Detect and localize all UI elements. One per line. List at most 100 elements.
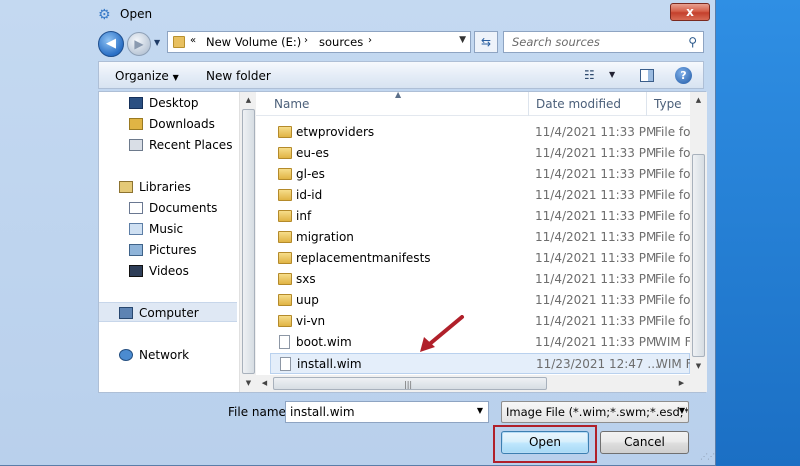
file-type: File fol bbox=[655, 272, 690, 286]
file-list-scrollbar[interactable]: ▲ ▼ bbox=[690, 92, 707, 375]
nav-item-pictures[interactable]: Pictures bbox=[99, 240, 237, 260]
window-title: Open bbox=[120, 7, 153, 21]
list-item[interactable]: inf 11/4/2021 11:33 PM File fol bbox=[270, 206, 690, 227]
column-date-modified[interactable]: Date modified bbox=[536, 97, 621, 111]
breadcrumb-drive[interactable]: New Volume (E:) bbox=[206, 35, 301, 49]
column-divider[interactable] bbox=[528, 92, 529, 116]
list-item[interactable]: vi-vn 11/4/2021 11:33 PM File fol bbox=[270, 311, 690, 332]
list-item[interactable]: migration 11/4/2021 11:33 PM File fol bbox=[270, 227, 690, 248]
file-date: 11/4/2021 11:33 PM bbox=[535, 188, 657, 202]
file-type: WIM F bbox=[655, 335, 690, 349]
videos-icon bbox=[129, 265, 143, 277]
nav-item-desktop[interactable]: Desktop bbox=[99, 93, 237, 113]
scroll-left-icon[interactable]: ◀ bbox=[256, 375, 273, 392]
breadcrumb-sources[interactable]: sources bbox=[319, 35, 363, 49]
folder-icon bbox=[278, 273, 292, 285]
file-date: 11/4/2021 11:33 PM bbox=[535, 125, 657, 139]
file-type-select[interactable]: Image File (*.wim;*.swm;*.esd;* ▼ bbox=[501, 401, 689, 423]
command-bar: Organize ▼ New folder ☷ ▼ ? bbox=[98, 61, 704, 89]
music-icon bbox=[129, 223, 143, 235]
resize-grip-icon[interactable]: ⋰⋰ bbox=[700, 452, 715, 461]
list-item[interactable]: boot.wim 11/4/2021 11:33 PM WIM F bbox=[270, 332, 690, 353]
address-bar[interactable]: « New Volume (E:) › sources › ▼ bbox=[167, 31, 471, 53]
nav-item-label: Music bbox=[149, 222, 184, 236]
nav-item-network[interactable]: Network bbox=[99, 345, 237, 365]
file-scroll-thumb[interactable] bbox=[692, 154, 705, 357]
file-date: 11/4/2021 11:33 PM bbox=[535, 335, 657, 349]
horizontal-scrollbar[interactable]: ◀ ||| ▶ bbox=[256, 375, 690, 392]
desktop-background bbox=[710, 0, 800, 466]
nav-item-videos[interactable]: Videos bbox=[99, 261, 237, 281]
list-item[interactable]: etwproviders 11/4/2021 11:33 PM File fol bbox=[270, 122, 690, 143]
open-button[interactable]: Open bbox=[501, 431, 589, 454]
nav-item-recent-places[interactable]: Recent Places bbox=[99, 135, 237, 155]
breadcrumb-separator[interactable]: › bbox=[368, 35, 372, 46]
breadcrumb-overflow[interactable]: « bbox=[190, 35, 196, 46]
column-type[interactable]: Type bbox=[654, 97, 682, 111]
nav-scroll-thumb[interactable] bbox=[242, 109, 255, 374]
refresh-button[interactable]: ⇆ bbox=[474, 31, 498, 53]
help-icon[interactable]: ? bbox=[675, 67, 692, 84]
title-bar[interactable]: ⚙ Open x bbox=[0, 0, 716, 28]
scroll-down-icon[interactable]: ▼ bbox=[690, 358, 707, 375]
breadcrumb-separator[interactable]: › bbox=[304, 35, 308, 46]
file-date: 11/4/2021 11:33 PM bbox=[535, 146, 657, 160]
preview-pane-icon[interactable] bbox=[640, 69, 654, 82]
new-folder-button[interactable]: New folder bbox=[206, 69, 271, 83]
file-name-label: File name: bbox=[228, 405, 290, 419]
horizontal-scroll-thumb[interactable]: ||| bbox=[273, 377, 547, 390]
documents-icon bbox=[129, 202, 143, 214]
file-date: 11/4/2021 11:33 PM bbox=[535, 167, 657, 181]
list-item-selected[interactable]: install.wim 11/23/2021 12:47 ... WIM F bbox=[270, 353, 690, 374]
file-name: gl-es bbox=[296, 167, 325, 181]
nav-item-libraries[interactable]: Libraries bbox=[99, 177, 237, 197]
view-options-dropdown[interactable]: ▼ bbox=[609, 70, 615, 79]
nav-item-documents[interactable]: Documents bbox=[99, 198, 237, 218]
file-name: replacementmanifests bbox=[296, 251, 431, 265]
list-item[interactable]: sxs 11/4/2021 11:33 PM File fol bbox=[270, 269, 690, 290]
folder-icon bbox=[278, 315, 292, 327]
forward-button[interactable]: ▶ bbox=[127, 32, 151, 56]
list-item[interactable]: replacementmanifests 11/4/2021 11:33 PM … bbox=[270, 248, 690, 269]
chevron-down-icon[interactable]: ▼ bbox=[477, 406, 483, 415]
list-item[interactable]: gl-es 11/4/2021 11:33 PM File fol bbox=[270, 164, 690, 185]
close-button[interactable]: x bbox=[670, 3, 710, 21]
list-item[interactable]: uup 11/4/2021 11:33 PM File fol bbox=[270, 290, 690, 311]
downloads-icon bbox=[129, 118, 143, 130]
desktop-icon bbox=[129, 97, 143, 109]
cancel-button[interactable]: Cancel bbox=[600, 431, 689, 454]
file-name-field[interactable]: install.wim ▼ bbox=[285, 401, 489, 423]
scroll-up-icon[interactable]: ▲ bbox=[690, 92, 707, 109]
file-icon bbox=[280, 357, 291, 371]
search-placeholder: Search sources bbox=[512, 35, 600, 49]
file-name: eu-es bbox=[296, 146, 329, 160]
list-item[interactable]: eu-es 11/4/2021 11:33 PM File fol bbox=[270, 143, 690, 164]
nav-item-downloads[interactable]: Downloads bbox=[99, 114, 237, 134]
scroll-down-icon[interactable]: ▼ bbox=[240, 375, 257, 392]
file-name: uup bbox=[296, 293, 319, 307]
search-icon[interactable]: ⚲ bbox=[688, 35, 697, 49]
column-name[interactable]: Name bbox=[274, 97, 309, 111]
file-type: WIM F bbox=[656, 357, 690, 371]
nav-item-music[interactable]: Music bbox=[99, 219, 237, 239]
scroll-up-icon[interactable]: ▲ bbox=[240, 92, 257, 109]
address-dropdown-icon[interactable]: ▼ bbox=[459, 35, 466, 45]
search-input[interactable]: Search sources ⚲ bbox=[503, 31, 704, 53]
folder-icon bbox=[173, 36, 185, 48]
scroll-right-icon[interactable]: ▶ bbox=[673, 375, 690, 392]
change-view-icon[interactable]: ☷ bbox=[584, 68, 595, 82]
list-item[interactable]: id-id 11/4/2021 11:33 PM File fol bbox=[270, 185, 690, 206]
file-type: File fol bbox=[655, 209, 690, 223]
file-name: install.wim bbox=[297, 357, 362, 371]
nav-item-computer[interactable]: Computer bbox=[99, 302, 237, 322]
organize-menu[interactable]: Organize ▼ bbox=[115, 69, 179, 83]
recent-locations-dropdown[interactable]: ▼ bbox=[154, 38, 160, 47]
grip-icon: ||| bbox=[404, 380, 413, 389]
column-divider[interactable] bbox=[646, 92, 647, 116]
file-name-value: install.wim bbox=[290, 405, 355, 419]
back-button[interactable]: ◀ bbox=[98, 31, 124, 57]
libraries-icon bbox=[119, 181, 133, 193]
open-dialog: ⚙ Open x ◀ ▶ ▼ « New Volume (E:) › sourc… bbox=[0, 0, 716, 466]
pictures-icon bbox=[129, 244, 143, 256]
nav-scrollbar[interactable]: ▲ ▼ bbox=[239, 92, 256, 392]
